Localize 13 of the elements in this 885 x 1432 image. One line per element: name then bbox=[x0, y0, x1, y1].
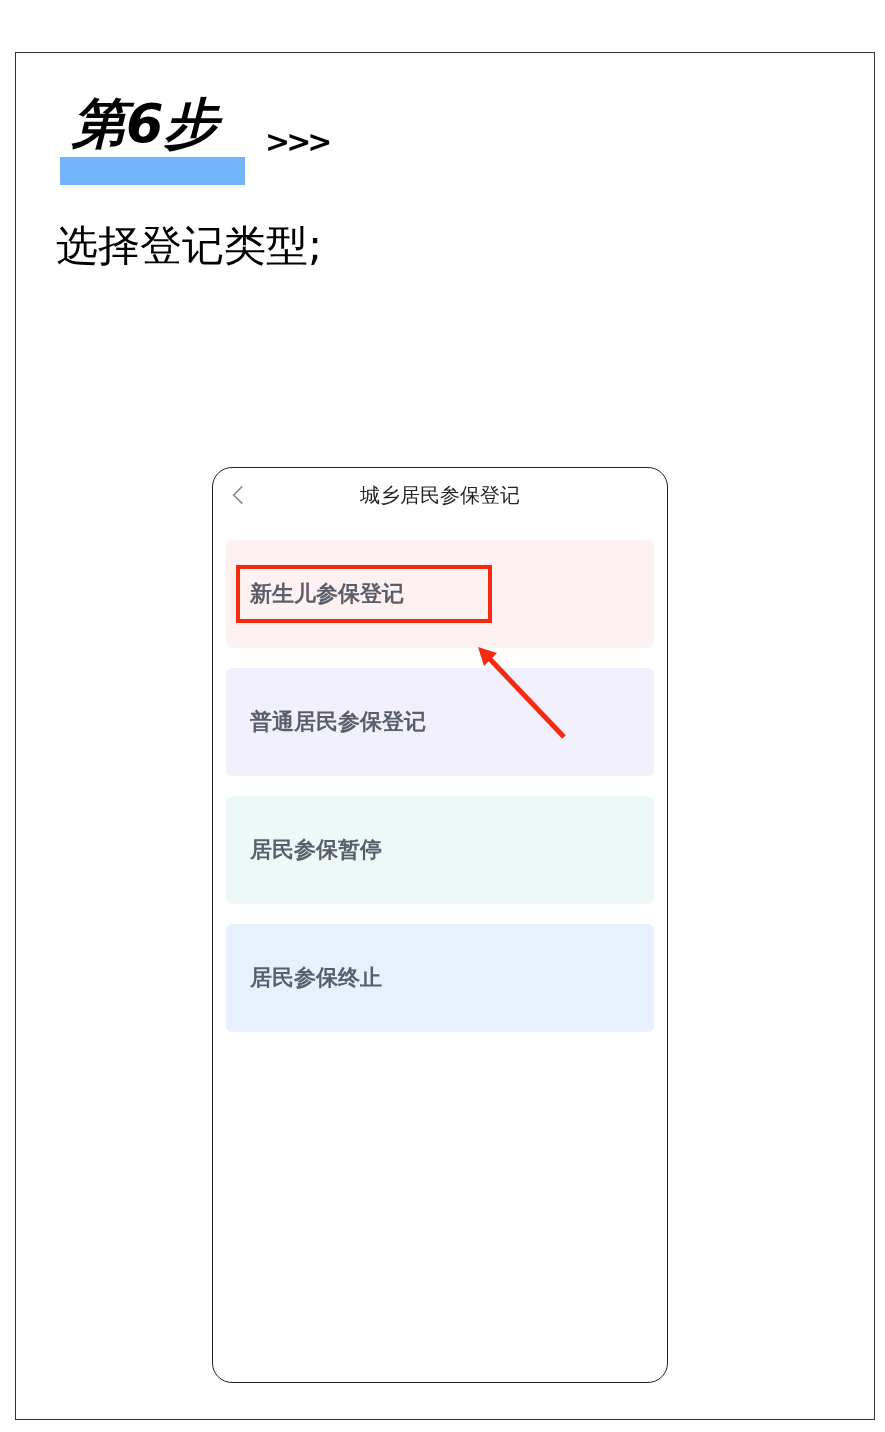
screen-title: 城乡居民参保登记 bbox=[360, 481, 520, 509]
option-card[interactable]: 普通居民参保登记 bbox=[226, 668, 654, 777]
option-label: 居民参保终止 bbox=[250, 964, 382, 993]
instruction-text: 选择登记类型; bbox=[56, 221, 324, 272]
option-card[interactable]: 居民参保暂停 bbox=[226, 796, 654, 905]
back-icon[interactable] bbox=[232, 484, 244, 507]
option-label: 普通居民参保登记 bbox=[250, 708, 426, 737]
option-label: 新生儿参保登记 bbox=[250, 580, 404, 609]
option-card[interactable]: 居民参保终止 bbox=[226, 924, 654, 1033]
option-card[interactable]: 新生儿参保登记 bbox=[226, 540, 654, 649]
option-label: 居民参保暂停 bbox=[250, 836, 382, 865]
chevron-text: >>> bbox=[265, 124, 329, 159]
step-title: 第6步 bbox=[66, 89, 230, 160]
